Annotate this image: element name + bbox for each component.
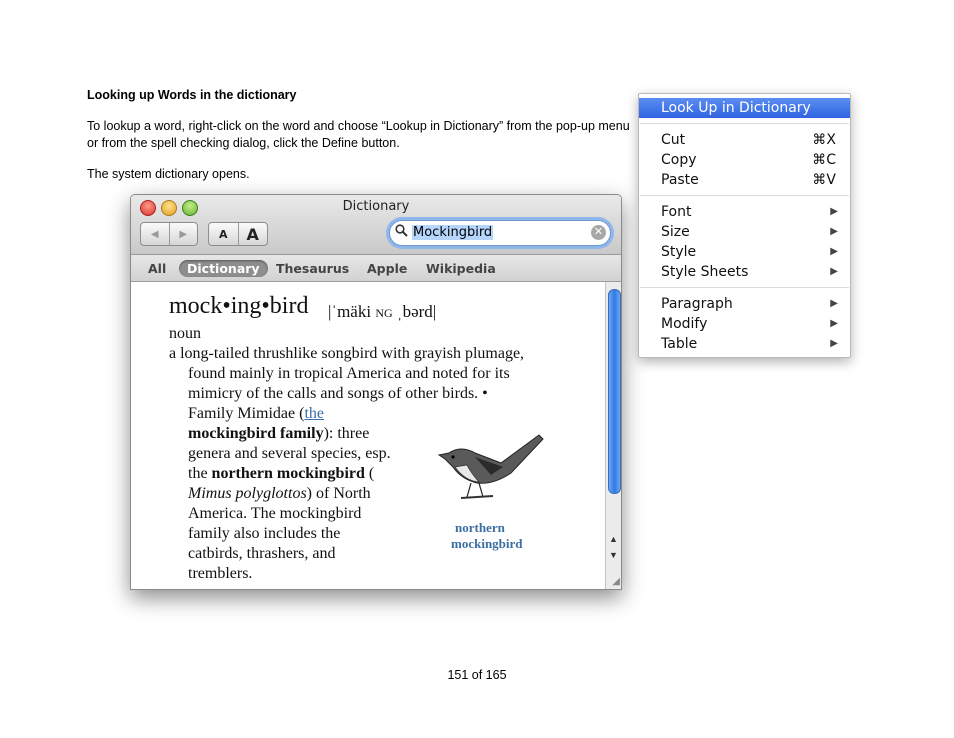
forward-button[interactable]: ▶ (168, 223, 198, 245)
window-titlebar: Dictionary ◀ ▶ A A Mockingbird ✕ (131, 195, 621, 255)
page-number: 151 of 165 (447, 668, 507, 682)
dictionary-window: Dictionary ◀ ▶ A A Mockingbird ✕ All Dic… (130, 194, 622, 590)
instruction-paragraph: To lookup a word, right-click on the wor… (87, 119, 630, 150)
mockingbird-illustration (437, 434, 544, 499)
headword: mock•ing•bird (169, 293, 309, 319)
scroll-up-icon[interactable]: ▲ (609, 534, 618, 544)
menu-item-size[interactable]: Size ▶ (639, 222, 850, 242)
illustration-caption: northern mockingbird (451, 520, 523, 551)
scope-dictionary[interactable]: Dictionary (179, 260, 268, 277)
decrease-font-button[interactable]: A (209, 223, 238, 245)
back-arrow-icon: ◀ (150, 228, 159, 240)
window-title: Dictionary (342, 199, 410, 214)
navigation-buttons: ◀ ▶ (140, 222, 198, 246)
scope-thesaurus[interactable]: Thesaurus (268, 260, 357, 277)
submenu-arrow-icon: ▶ (830, 298, 838, 309)
scroll-down-icon[interactable]: ▼ (609, 550, 618, 560)
pronunciation: |ˈmäki NG ˌbərd| (328, 302, 437, 321)
menu-item-cut[interactable]: Cut ⌘X (639, 130, 850, 150)
search-input[interactable]: Mockingbird (412, 225, 494, 240)
menu-item-style-sheets[interactable]: Style Sheets ▶ (639, 262, 850, 282)
search-field[interactable]: Mockingbird ✕ (389, 220, 611, 246)
submenu-arrow-icon: ▶ (830, 338, 838, 349)
menu-item-paragraph[interactable]: Paragraph ▶ (639, 294, 850, 314)
menu-item-look-up[interactable]: Look Up in Dictionary (639, 98, 850, 118)
vertical-scrollbar[interactable]: ▲ ▼ ◢ (605, 282, 621, 589)
submenu-arrow-icon: ▶ (830, 206, 838, 217)
part-of-speech: noun (169, 325, 201, 342)
menu-item-table[interactable]: Table ▶ (639, 334, 850, 354)
context-menu: Look Up in Dictionary Cut ⌘X Copy ⌘C Paste… (638, 93, 851, 358)
forward-arrow-icon: ▶ (179, 228, 188, 240)
section-heading: Looking up Words in the dictionary (87, 88, 297, 102)
definition-pane: mock•ing•bird |ˈmäki NG ˌbərd| noun a lo… (131, 282, 605, 589)
menu-item-font[interactable]: Font ▶ (639, 202, 850, 222)
scope-wikipedia[interactable]: Wikipedia (418, 260, 504, 277)
menu-item-paste[interactable]: Paste ⌘V (639, 170, 850, 190)
result-paragraph: The system dictionary opens. (87, 167, 250, 181)
scope-apple[interactable]: Apple (359, 260, 415, 277)
menu-item-modify[interactable]: Modify ▶ (639, 314, 850, 334)
menu-item-copy[interactable]: Copy ⌘C (639, 150, 850, 170)
source-scope-bar: All Dictionary Thesaurus Apple Wikipedia (131, 255, 621, 282)
scope-all[interactable]: All (140, 260, 174, 277)
resize-grip-icon[interactable]: ◢ (612, 576, 620, 587)
back-button[interactable]: ◀ (141, 223, 169, 245)
scroll-thumb[interactable] (608, 289, 621, 494)
submenu-arrow-icon: ▶ (830, 266, 838, 277)
submenu-arrow-icon: ▶ (830, 226, 838, 237)
clear-search-icon[interactable]: ✕ (591, 225, 606, 240)
font-size-buttons: A A (208, 222, 268, 246)
submenu-arrow-icon: ▶ (830, 246, 838, 257)
submenu-arrow-icon: ▶ (830, 318, 838, 329)
search-icon (395, 224, 408, 240)
family-link[interactable]: the (304, 405, 324, 422)
increase-font-button[interactable]: A (237, 223, 268, 245)
menu-item-style[interactable]: Style ▶ (639, 242, 850, 262)
